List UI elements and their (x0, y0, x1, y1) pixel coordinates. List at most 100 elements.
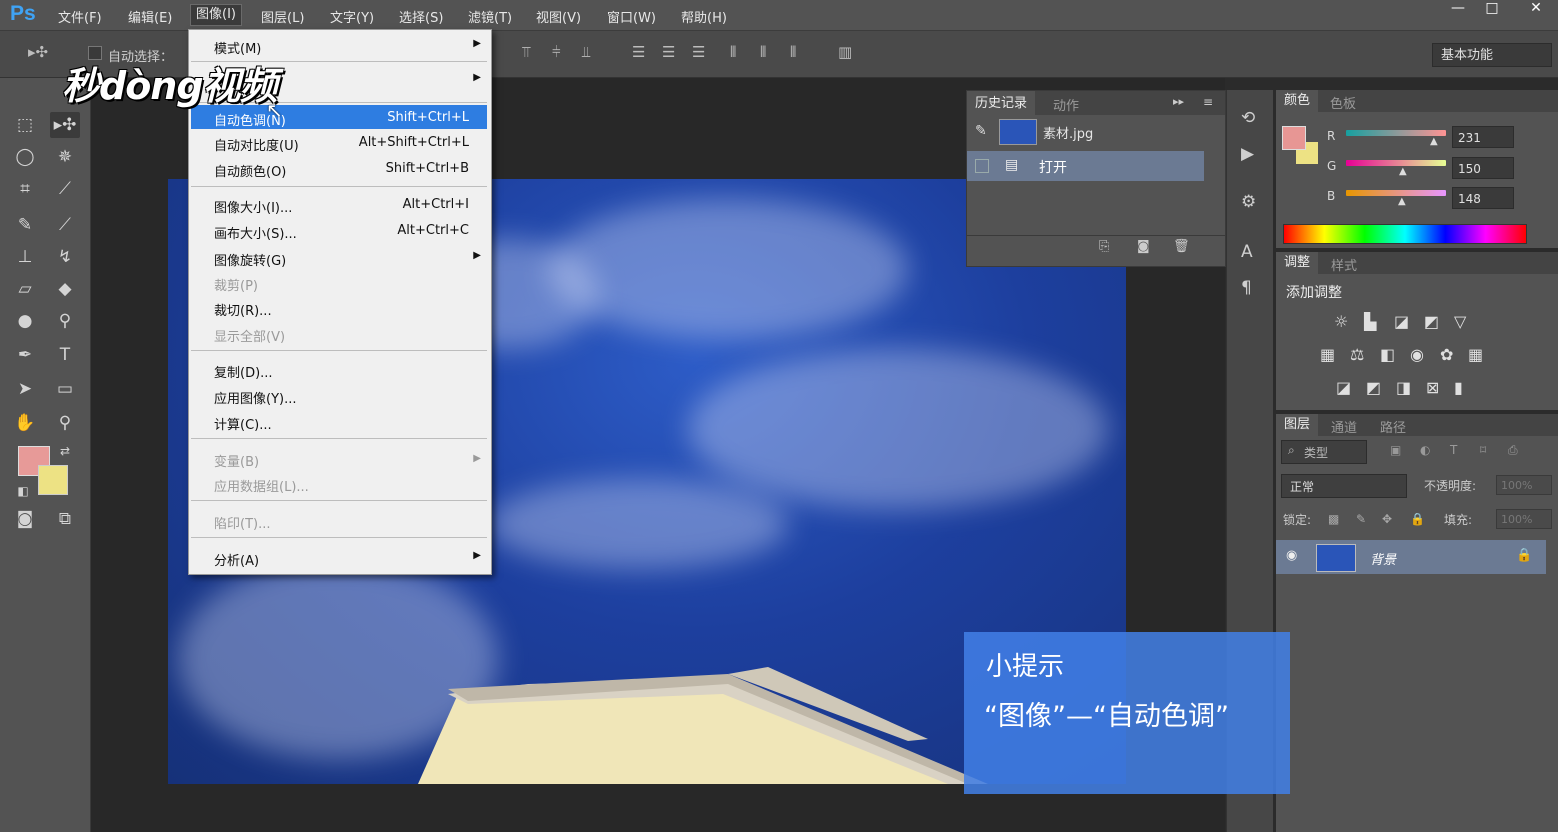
eraser-tool-icon[interactable]: ▱ (10, 276, 40, 302)
move-tool-preset-icon[interactable]: ▸✣ (28, 43, 48, 61)
distribute-bottom-icon[interactable]: ☰ (692, 43, 705, 61)
distribute-vcenter-icon[interactable]: ☰ (662, 43, 675, 61)
filter-shape-icon[interactable]: ⌑ (1480, 443, 1486, 457)
black-white-icon[interactable]: ◧ (1380, 345, 1395, 364)
menu-type[interactable]: 文字(Y) (330, 7, 374, 26)
distribute-left-icon[interactable]: ⫴ (730, 43, 736, 61)
menu-layer[interactable]: 图层(L) (261, 7, 304, 26)
opacity-field[interactable]: 100% (1496, 475, 1552, 495)
maximize-button[interactable]: □ (1474, 0, 1510, 18)
history-dock-icon[interactable]: ⟲ (1241, 108, 1255, 128)
tab-adjustments[interactable]: 调整 (1276, 252, 1319, 274)
distribute-right-icon[interactable]: ⫴ (790, 43, 796, 61)
tab-color[interactable]: 颜色 (1276, 90, 1319, 112)
history-brush-source-icon[interactable]: ✎ (975, 123, 987, 139)
distribute-top-icon[interactable]: ☰ (632, 43, 645, 61)
screen-mode-icon[interactable]: ⧉ (50, 506, 80, 532)
align-vcenter-icon[interactable]: ⫩ (552, 43, 561, 61)
filter-type-icon[interactable]: T (1450, 443, 1457, 457)
menu-item-apply-image[interactable]: 应用图像(Y)... (214, 388, 296, 407)
clone-stamp-tool-icon[interactable]: ⊥ (10, 244, 40, 270)
lasso-tool-icon[interactable]: ◯ (10, 144, 40, 170)
curves-icon[interactable]: ◪ (1394, 312, 1409, 331)
menu-file[interactable]: 文件(F) (58, 7, 102, 26)
menu-item-image-size[interactable]: 图像大小(I)... (214, 197, 292, 216)
invert-icon[interactable]: ◪ (1336, 378, 1351, 397)
menu-item-canvas-size[interactable]: 画布大小(S)... (214, 223, 297, 242)
eyedropper-tool-icon[interactable]: ⟋ (50, 176, 80, 202)
tab-swatches[interactable]: 色板 (1330, 93, 1356, 112)
layer-thumbnail[interactable] (1316, 544, 1356, 572)
menu-item-auto-color[interactable]: 自动颜色(O) (214, 161, 286, 180)
tab-styles[interactable]: 样式 (1331, 255, 1357, 274)
history-brush-tool-icon[interactable]: ↯ (50, 244, 80, 270)
tab-actions[interactable]: 动作 (1053, 95, 1079, 114)
rectangle-tool-icon[interactable]: ▭ (50, 376, 80, 402)
paint-bucket-tool-icon[interactable]: ◆ (50, 276, 80, 302)
menu-select[interactable]: 选择(S) (399, 7, 443, 26)
channel-r-value[interactable]: 231 (1452, 126, 1514, 148)
crop-tool-icon[interactable]: ⌗ (10, 176, 40, 202)
color-lookup-icon[interactable]: ▦ (1468, 345, 1483, 364)
dodge-tool-icon[interactable]: ⚲ (50, 308, 80, 334)
levels-icon[interactable]: ▙ (1364, 312, 1376, 331)
brightness-contrast-icon[interactable]: ☼ (1334, 312, 1348, 331)
tab-channels[interactable]: 通道 (1331, 417, 1357, 436)
menu-filter[interactable]: 滤镜(T) (468, 7, 512, 26)
background-color-swatch[interactable] (38, 465, 68, 495)
align-bottom-icon[interactable]: ⫫ (582, 43, 590, 61)
menu-item-duplicate[interactable]: 复制(D)... (214, 362, 273, 381)
character-dock-icon[interactable]: A (1241, 242, 1253, 262)
tab-paths[interactable]: 路径 (1380, 417, 1406, 436)
align-top-icon[interactable]: ⫪ (522, 43, 530, 61)
close-window-button[interactable]: ✕ (1518, 0, 1554, 18)
menu-item-calculations[interactable]: 计算(C)... (214, 414, 272, 433)
marquee-tool-icon[interactable]: ⬚ (10, 112, 40, 138)
menu-item-trim[interactable]: 裁切(R)... (214, 300, 272, 319)
slider-g-thumb-icon[interactable]: ▲ (1399, 166, 1407, 177)
layer-name[interactable]: 背景 (1370, 549, 1396, 568)
magic-wand-tool-icon[interactable]: ✵ (50, 144, 80, 170)
color-balance-icon[interactable]: ⚖ (1350, 345, 1364, 364)
filter-smart-icon[interactable]: ⎙ (1508, 443, 1518, 458)
minimize-button[interactable]: — (1440, 0, 1476, 18)
move-tool-icon[interactable]: ▸✣ (50, 112, 80, 138)
workspace-select[interactable]: 基本功能 (1432, 43, 1552, 67)
slider-r-thumb-icon[interactable]: ▲ (1430, 136, 1438, 147)
hue-saturation-icon[interactable]: ▦ (1320, 345, 1335, 364)
posterize-icon[interactable]: ◩ (1366, 378, 1381, 397)
gradient-map-icon[interactable]: ▮ (1454, 378, 1463, 397)
hand-tool-icon[interactable]: ✋ (10, 410, 40, 436)
lock-transparent-icon[interactable]: ▩ (1328, 512, 1339, 526)
properties-dock-icon[interactable]: ⚙ (1241, 192, 1256, 212)
menu-item-image-rotation[interactable]: 图像旋转(G) (214, 250, 286, 269)
quick-mask-icon[interactable]: ◙ (10, 506, 40, 532)
menu-edit[interactable]: 编辑(E) (128, 7, 172, 26)
pen-tool-icon[interactable]: ✒ (10, 342, 40, 368)
slider-b[interactable] (1346, 190, 1446, 196)
healing-brush-tool-icon[interactable]: ✎ (10, 212, 40, 238)
history-step-open[interactable]: 打开 (1039, 157, 1067, 177)
trash-icon[interactable]: 🗑 (1173, 239, 1190, 254)
layer-filter-select[interactable]: ⌕ 类型 (1281, 440, 1367, 464)
tab-layers[interactable]: 图层 (1276, 414, 1319, 436)
fill-field[interactable]: 100% (1496, 509, 1552, 529)
type-tool-icon[interactable]: T (50, 342, 80, 368)
history-step-row[interactable] (967, 151, 1204, 181)
menu-window[interactable]: 窗口(W) (607, 7, 656, 26)
panel-menu-icon[interactable]: ≡ (1203, 95, 1213, 109)
blur-tool-icon[interactable]: ● (10, 308, 40, 334)
filter-pixel-icon[interactable]: ▣ (1390, 443, 1401, 457)
channel-mixer-icon[interactable]: ✿ (1440, 345, 1453, 364)
lock-position-icon[interactable]: ✥ (1382, 512, 1392, 526)
camera-snapshot-icon[interactable]: ◙ (1137, 239, 1150, 254)
menu-image[interactable]: 图像(I) (190, 4, 242, 26)
new-document-from-state-icon[interactable]: ⎘ (1099, 239, 1109, 254)
actions-play-icon[interactable]: ▶ (1241, 144, 1254, 164)
channel-b-value[interactable]: 148 (1452, 187, 1514, 209)
path-selection-tool-icon[interactable]: ➤ (10, 376, 40, 402)
filter-adjust-icon[interactable]: ◐ (1420, 443, 1430, 457)
snapshot-thumbnail[interactable] (999, 119, 1037, 145)
threshold-icon[interactable]: ◨ (1396, 378, 1411, 397)
slider-g[interactable] (1346, 160, 1446, 166)
